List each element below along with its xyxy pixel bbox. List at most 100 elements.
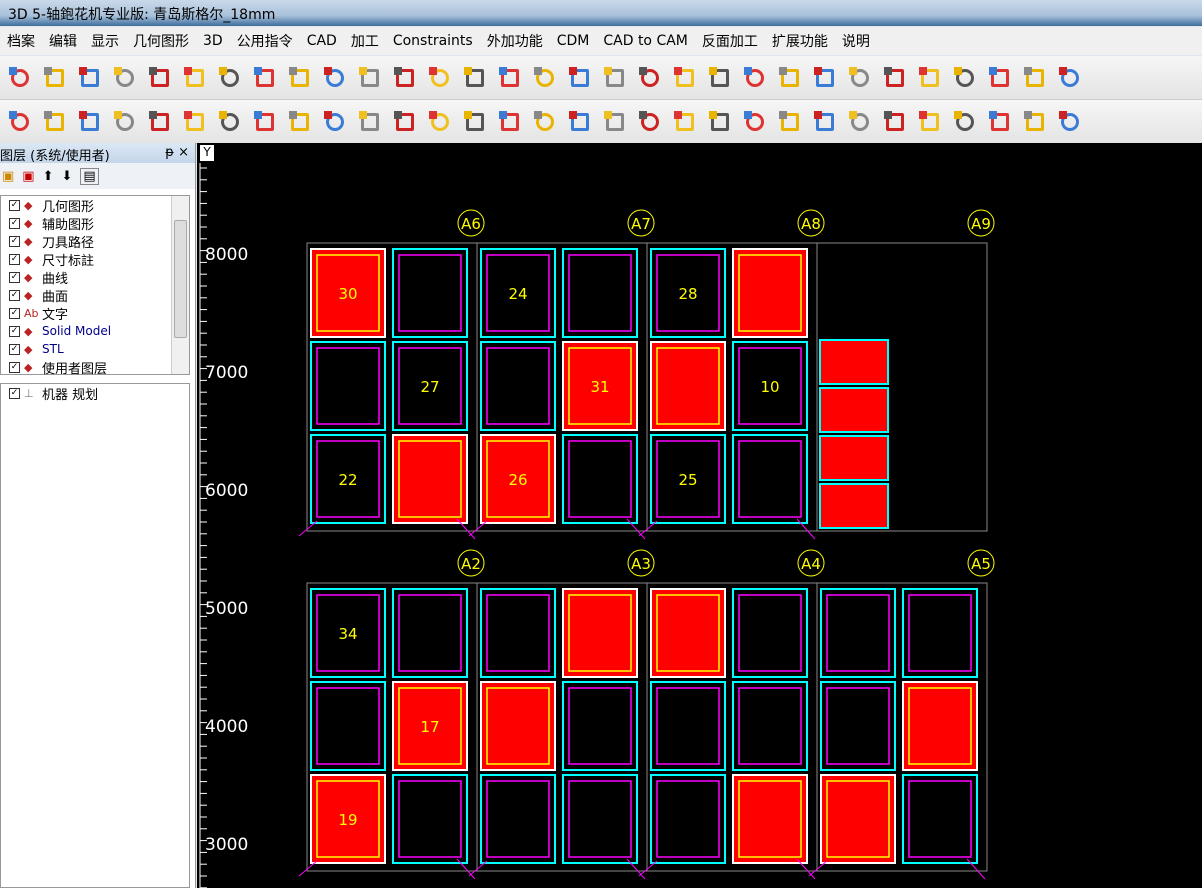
move-point-icon[interactable] xyxy=(110,107,140,137)
layer-checkbox[interactable]: ✓ xyxy=(9,361,20,373)
record-icon[interactable] xyxy=(110,63,140,93)
rect-icon[interactable] xyxy=(810,107,840,137)
number-icon[interactable] xyxy=(670,107,700,137)
group-icon[interactable] xyxy=(740,107,770,137)
layer-item[interactable]: ✓ ◆ Solid Model xyxy=(1,322,189,340)
lead-icon[interactable] xyxy=(215,63,245,93)
star-icon[interactable] xyxy=(775,63,805,93)
explode-icon[interactable] xyxy=(600,107,630,137)
database-icon[interactable] xyxy=(985,63,1015,93)
query-icon[interactable] xyxy=(950,107,980,137)
menu-item[interactable]: 加工 xyxy=(344,31,386,51)
probe-icon[interactable] xyxy=(740,63,770,93)
slider-icon[interactable] xyxy=(1055,107,1085,137)
stop-icon[interactable] xyxy=(810,63,840,93)
menu-item[interactable]: CDM xyxy=(550,33,597,49)
grid-icon[interactable] xyxy=(775,107,805,137)
rect-icon[interactable] xyxy=(635,63,665,93)
menu-item[interactable]: 扩展功能 xyxy=(765,31,835,51)
layer-item[interactable]: ✓ ◆ 曲面 xyxy=(1,286,189,305)
tool-icon[interactable] xyxy=(5,63,35,93)
menu-item[interactable]: CAD xyxy=(300,33,344,49)
menu-item[interactable]: 编辑 xyxy=(42,31,84,51)
cutter-icon[interactable] xyxy=(425,63,455,93)
toolpath-icon[interactable] xyxy=(75,63,105,93)
diag-icon[interactable] xyxy=(530,107,560,137)
menu-item[interactable]: CAD to CAM xyxy=(596,33,695,49)
menu-item[interactable]: 几何图形 xyxy=(126,31,196,51)
move-icon[interactable] xyxy=(915,63,945,93)
clip-icon[interactable] xyxy=(1020,63,1050,93)
layer-item[interactable]: ✓ ◆ 尺寸标註 xyxy=(1,250,189,269)
add-layer-icon[interactable]: ▣ xyxy=(2,169,14,184)
menu-item[interactable]: 说明 xyxy=(835,31,877,51)
chamfer-icon[interactable] xyxy=(460,107,490,137)
layer-item[interactable]: ✓ ◆ 几何图形 xyxy=(1,196,189,215)
layer-checkbox[interactable]: ✓ xyxy=(9,325,20,337)
delete-layer-icon[interactable]: ▣ xyxy=(22,169,34,184)
layer-checkbox[interactable]: ✓ xyxy=(9,343,20,355)
layers-icon[interactable] xyxy=(320,63,350,93)
box-icon[interactable] xyxy=(1055,63,1085,93)
layer-checkbox[interactable]: ✓ xyxy=(9,289,20,301)
scrollbar[interactable] xyxy=(171,196,189,374)
menu-item[interactable]: 档案 xyxy=(0,31,42,51)
properties-icon[interactable]: ▤ xyxy=(80,167,99,185)
extend-icon[interactable] xyxy=(320,107,350,137)
parallel-icon[interactable] xyxy=(915,107,945,137)
snap-icon[interactable] xyxy=(1020,107,1050,137)
layer-checkbox[interactable]: ✓ xyxy=(9,271,20,283)
renumber-icon[interactable] xyxy=(705,107,735,137)
multi-tool-icon[interactable] xyxy=(880,63,910,93)
layer-checkbox[interactable]: ✓ xyxy=(9,253,20,265)
layer-item[interactable]: ✓ ◆ 使用者图层 xyxy=(1,358,189,377)
layer-item[interactable]: ✓ ◆ STL xyxy=(1,340,189,358)
block-icon[interactable] xyxy=(530,63,560,93)
split-icon[interactable] xyxy=(390,107,420,137)
checkbox[interactable]: ✓ xyxy=(9,387,20,399)
rotate-copy-icon[interactable] xyxy=(180,107,210,137)
drawing-canvas[interactable]: Y A6 30 22 27 A7 24 26 31 A8 28 25 10 A9 A2 34 19 17 A3 A4… xyxy=(197,143,1202,888)
pin-icon[interactable]: ᵽ xyxy=(165,145,174,160)
layer-checkbox[interactable]: ✓ xyxy=(9,217,20,229)
circles-icon[interactable] xyxy=(180,63,210,93)
engrave-icon[interactable] xyxy=(600,63,630,93)
menu-item[interactable]: Constraints xyxy=(386,33,480,49)
loop-icon[interactable] xyxy=(845,63,875,93)
layer-item[interactable]: ✓ ◆ 曲线 xyxy=(1,268,189,287)
array-icon[interactable] xyxy=(635,107,665,137)
door-icon[interactable] xyxy=(950,63,980,93)
arrow-up-icon[interactable] xyxy=(845,107,875,137)
rotate-icon[interactable] xyxy=(250,63,280,93)
layer-checkbox[interactable]: ✓ xyxy=(9,307,20,319)
copy-icon[interactable] xyxy=(145,107,175,137)
move-up-icon[interactable]: ⬆ xyxy=(43,169,54,184)
cross-icon[interactable] xyxy=(670,63,700,93)
move-down-icon[interactable]: ⬇ xyxy=(62,169,73,184)
layer-item[interactable]: ✓ ◆ 刀具路径 xyxy=(1,232,189,251)
scale-icon[interactable] xyxy=(250,107,280,137)
spiral-icon[interactable] xyxy=(355,63,385,93)
redo-icon[interactable] xyxy=(40,107,70,137)
delete-icon[interactable] xyxy=(75,107,105,137)
undo-icon[interactable] xyxy=(5,107,35,137)
pocket-icon[interactable] xyxy=(145,63,175,93)
arc-icon[interactable] xyxy=(495,107,525,137)
trim-icon[interactable] xyxy=(285,107,315,137)
swarf-icon[interactable] xyxy=(460,63,490,93)
align-icon[interactable] xyxy=(215,107,245,137)
layer-item[interactable]: ✓ Ab 文字 xyxy=(1,304,189,323)
query2-icon[interactable] xyxy=(985,107,1015,137)
3d-icon[interactable] xyxy=(565,63,595,93)
frame-icon[interactable] xyxy=(565,107,595,137)
fillet-icon[interactable] xyxy=(425,107,455,137)
machine-item[interactable]: ✓ ⊥ 机器 规划 xyxy=(1,384,189,403)
break-icon[interactable] xyxy=(355,107,385,137)
layer-checkbox[interactable]: ✓ xyxy=(9,199,20,211)
menu-item[interactable]: 外加功能 xyxy=(480,31,550,51)
list-edit-icon[interactable] xyxy=(285,63,315,93)
layer-item[interactable]: ✓ ◆ 辅助图形 xyxy=(1,214,189,233)
drill-icon[interactable] xyxy=(40,63,70,93)
brush-icon[interactable] xyxy=(705,63,735,93)
menu-item[interactable]: 显示 xyxy=(84,31,126,51)
